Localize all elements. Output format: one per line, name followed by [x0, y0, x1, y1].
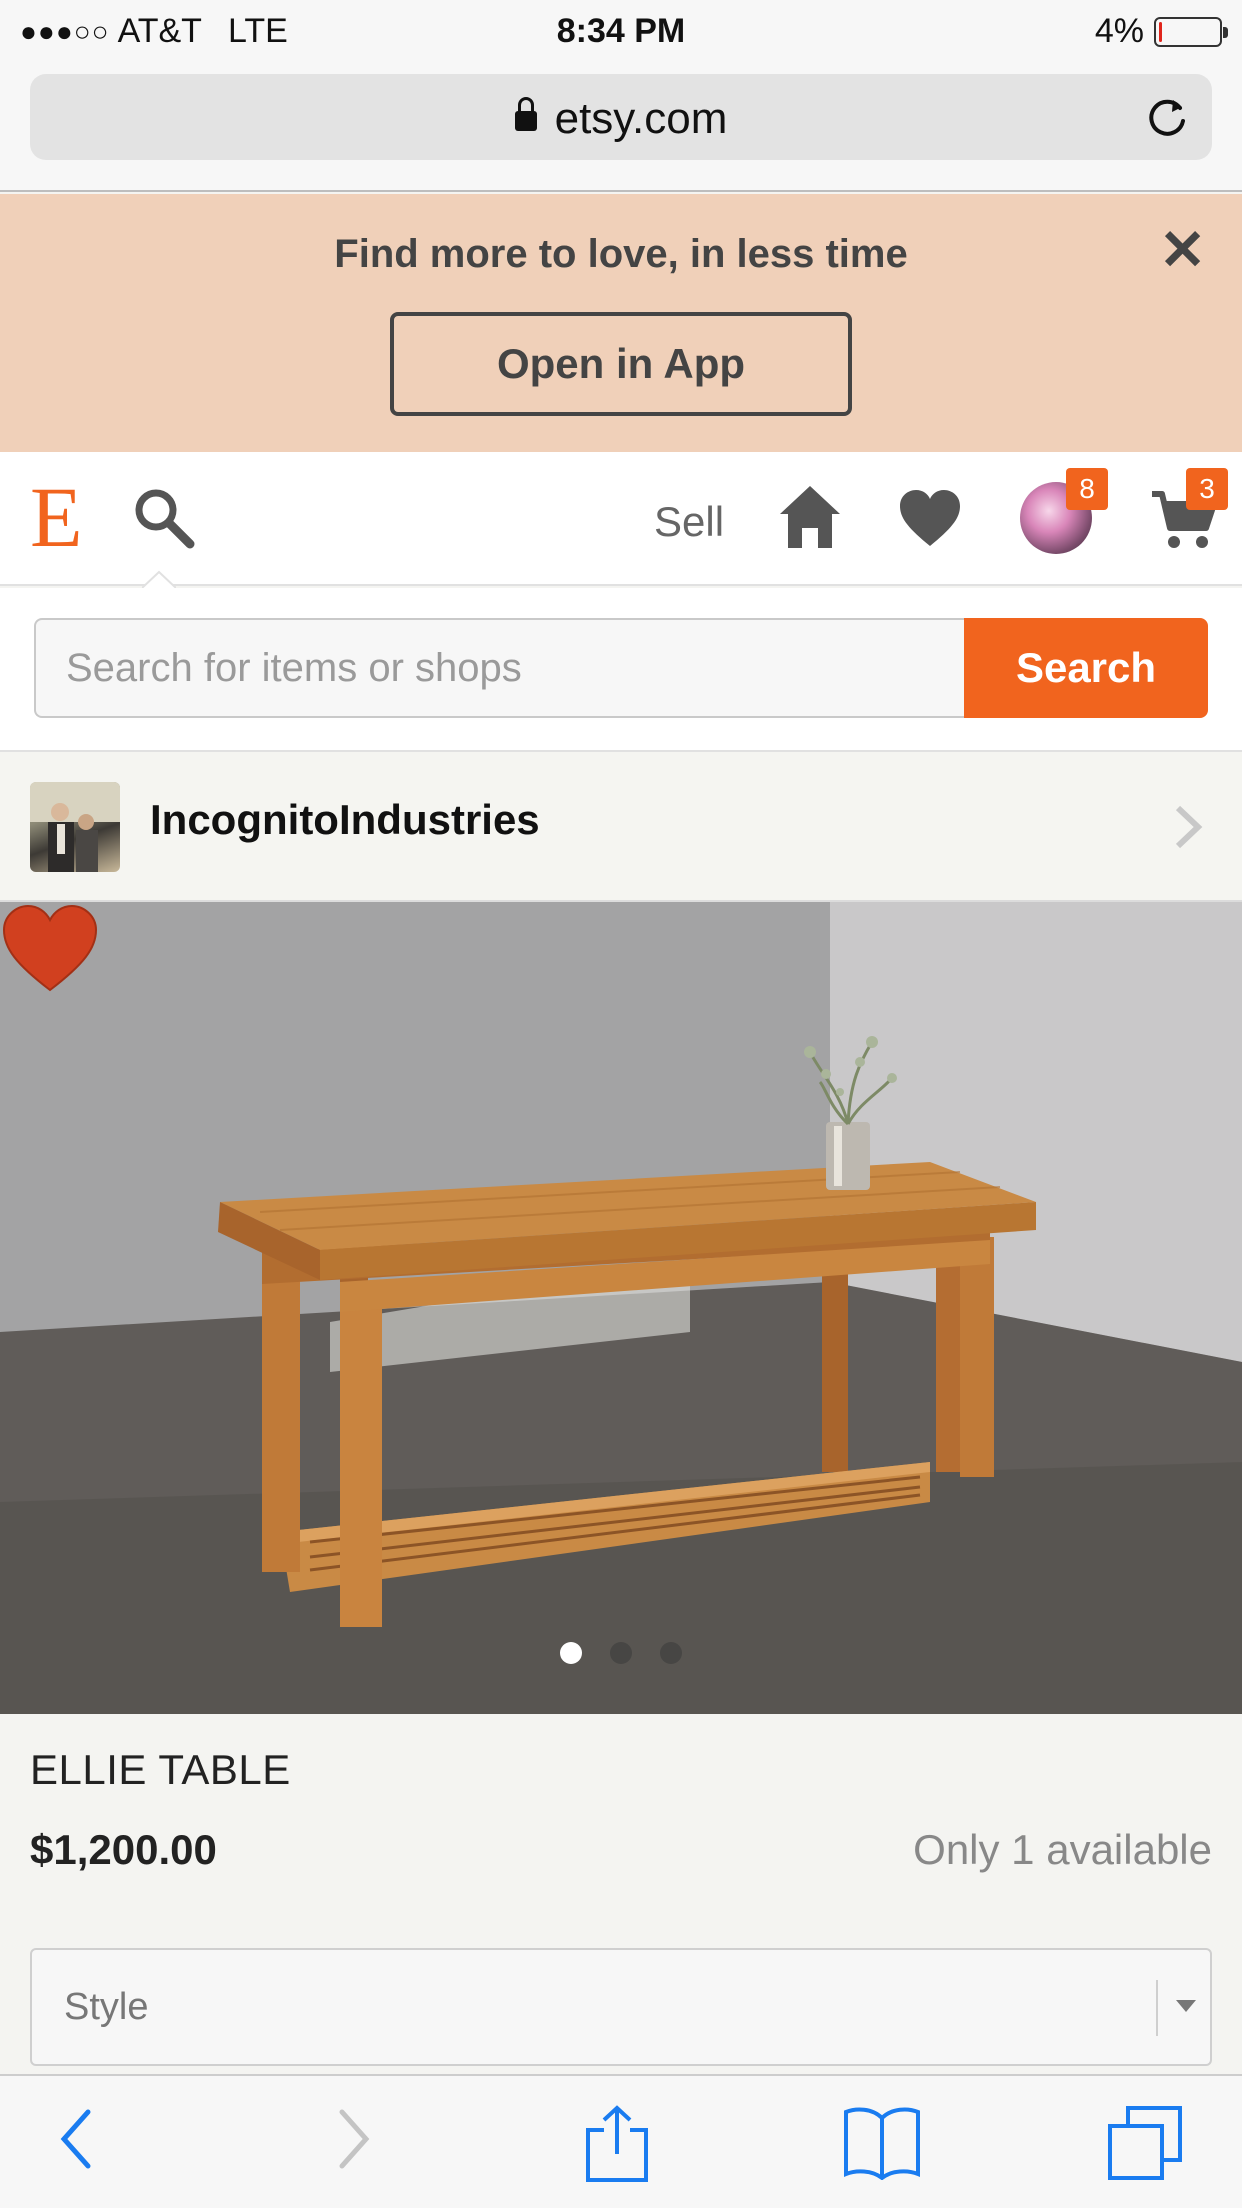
caret-up-icon — [142, 570, 176, 588]
status-right: 4% — [1094, 12, 1228, 51]
back-arrow-icon[interactable] — [56, 2104, 96, 2174]
search-input[interactable] — [34, 618, 966, 718]
table-photo — [0, 902, 1242, 1714]
tabs-icon[interactable] — [1106, 2104, 1184, 2182]
notifications-badge: 8 — [1066, 468, 1108, 510]
pager-dot[interactable] — [560, 1642, 582, 1664]
clock: 8:34 PM — [556, 12, 686, 50]
search-bar: Search — [0, 588, 1242, 752]
reload-icon[interactable] — [1144, 94, 1190, 140]
search-icon[interactable] — [132, 486, 196, 550]
open-in-app-button[interactable]: Open in App — [390, 312, 852, 416]
share-icon[interactable] — [584, 2104, 650, 2184]
battery-fill — [1159, 21, 1162, 42]
banner-message: Find more to love, in less time — [334, 232, 908, 276]
browser-chrome: etsy.com — [0, 62, 1242, 192]
battery-percent: 4% — [1094, 12, 1144, 50]
search-button[interactable]: Search — [964, 618, 1208, 718]
browser-toolbar — [0, 2074, 1242, 2208]
close-icon[interactable]: ✕ — [1159, 222, 1206, 278]
pager-dot[interactable] — [660, 1642, 682, 1664]
battery-icon — [1154, 16, 1228, 47]
shop-thumbnail — [30, 782, 120, 872]
url-display[interactable]: etsy.com — [30, 94, 1212, 144]
style-select-value: Style — [64, 1986, 149, 2028]
etsy-logo[interactable]: E — [30, 474, 83, 560]
shop-owner-photo — [30, 782, 120, 872]
lock-icon — [514, 97, 537, 131]
product-image[interactable] — [0, 902, 1242, 1714]
favorites-heart-icon[interactable] — [898, 488, 962, 548]
status-bar: ●●●○○ AT&T LTE 8:34 PM 4% — [0, 0, 1242, 62]
pager-dot[interactable] — [610, 1642, 632, 1664]
style-select[interactable]: Style — [30, 1948, 1212, 2066]
app-banner: Find more to love, in less time ✕ Open i… — [0, 194, 1242, 452]
product-price: $1,200.00 — [30, 1826, 217, 1873]
product-title: ELLIE TABLE — [30, 1746, 291, 1793]
forward-arrow-icon[interactable] — [334, 2104, 374, 2174]
home-icon[interactable] — [778, 484, 842, 550]
shop-row[interactable]: IncognitoIndustries — [0, 752, 1242, 902]
url-text: etsy.com — [554, 94, 728, 143]
chevron-right-icon — [1175, 805, 1203, 849]
dropdown-arrow-icon — [1176, 2000, 1196, 2012]
site-header: E Sell 8 3 — [0, 452, 1242, 588]
shop-name[interactable]: IncognitoIndustries — [150, 796, 540, 844]
page: ●●●○○ AT&T LTE 8:34 PM 4% etsy.com Find … — [0, 0, 1242, 2208]
sell-link[interactable]: Sell — [654, 498, 724, 546]
availability-text: Only 1 available — [913, 1826, 1212, 1873]
image-pager — [0, 1642, 1242, 1669]
address-bar[interactable]: etsy.com — [30, 74, 1212, 160]
select-divider — [1156, 1980, 1158, 2036]
bookmarks-icon[interactable] — [842, 2104, 922, 2180]
cart-badge: 3 — [1186, 468, 1228, 510]
favorite-heart-icon[interactable] — [0, 902, 100, 994]
